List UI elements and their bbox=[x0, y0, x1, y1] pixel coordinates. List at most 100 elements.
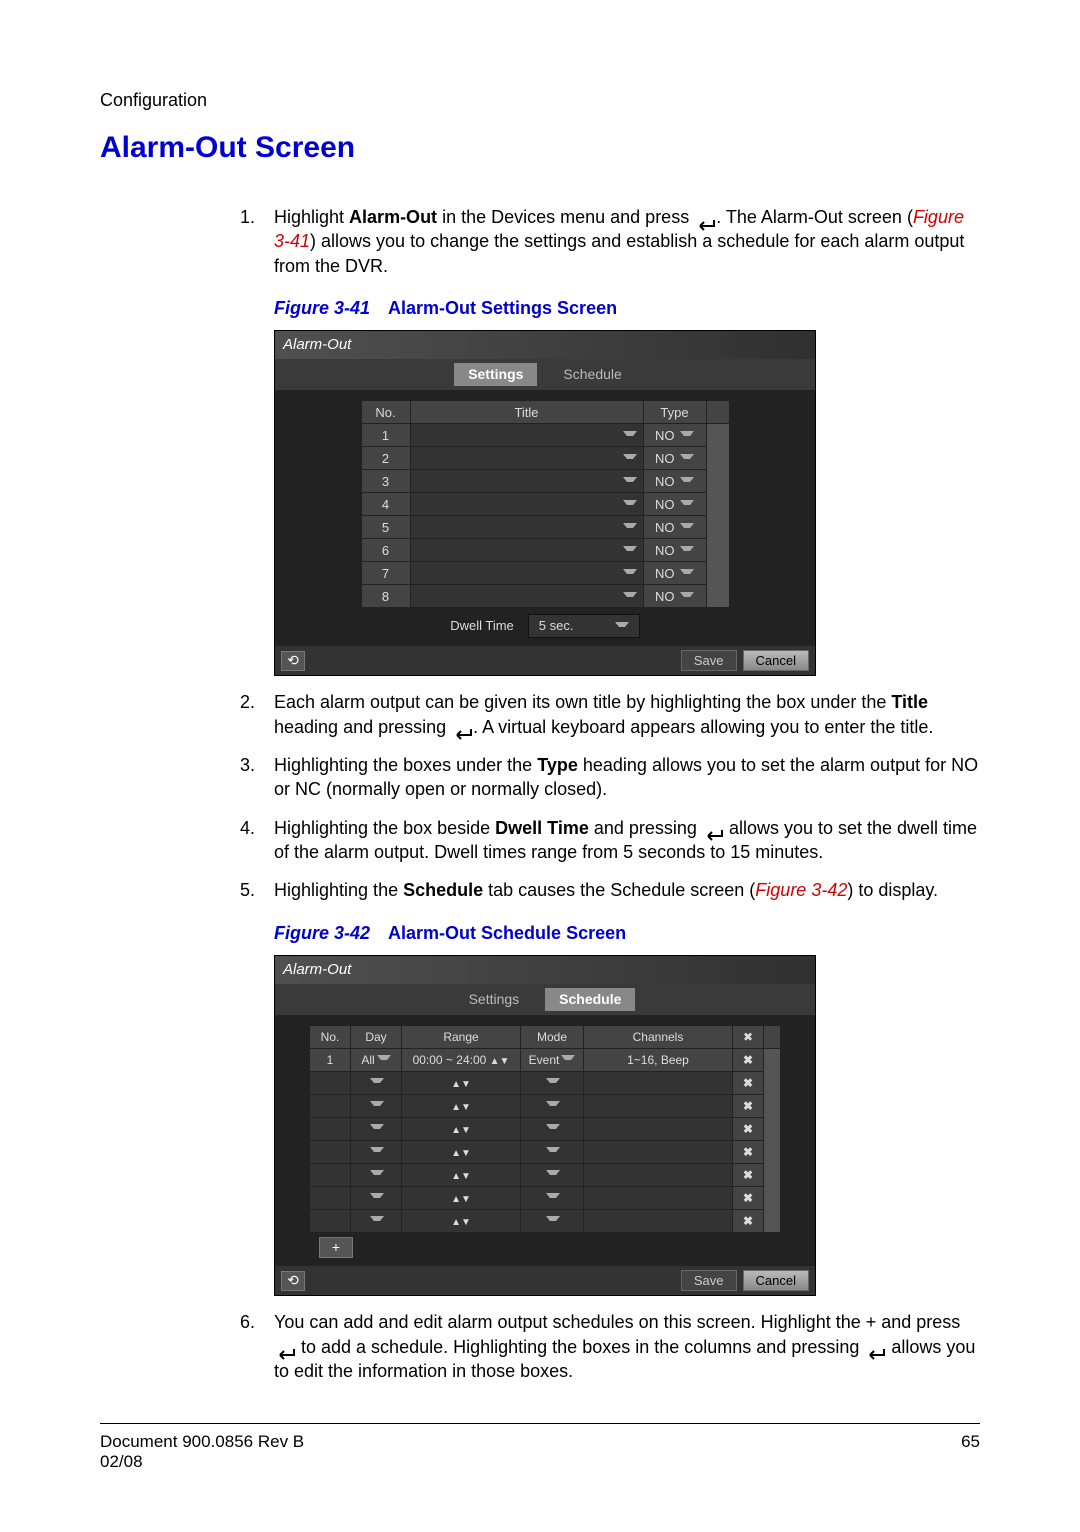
day-select[interactable] bbox=[351, 1210, 401, 1232]
type-select[interactable]: NO bbox=[644, 516, 706, 538]
text-bold: Schedule bbox=[403, 880, 483, 900]
text: and pressing bbox=[589, 818, 702, 838]
delete-row-button[interactable]: ✖ bbox=[733, 1049, 763, 1071]
save-button[interactable]: Save bbox=[681, 1270, 737, 1292]
mode-select[interactable] bbox=[521, 1164, 583, 1186]
mode-select[interactable] bbox=[521, 1141, 583, 1163]
day-select[interactable] bbox=[351, 1164, 401, 1186]
dvr-tabs: Settings Schedule bbox=[275, 359, 815, 390]
type-select[interactable]: NO bbox=[644, 470, 706, 492]
mode-select[interactable] bbox=[521, 1187, 583, 1209]
channels-select[interactable]: 1~16, Beep bbox=[584, 1049, 732, 1071]
mode-select[interactable] bbox=[521, 1095, 583, 1117]
mode-select[interactable] bbox=[521, 1072, 583, 1094]
mode-select[interactable] bbox=[521, 1118, 583, 1140]
col-type: Type bbox=[644, 401, 706, 423]
title-input[interactable] bbox=[411, 516, 643, 538]
save-button[interactable]: Save bbox=[681, 650, 737, 672]
text: You can add and edit alarm output schedu… bbox=[274, 1312, 866, 1332]
tab-schedule[interactable]: Schedule bbox=[545, 988, 635, 1011]
row-no bbox=[310, 1141, 350, 1163]
scroll-head bbox=[764, 1026, 780, 1048]
step-number: 2. bbox=[240, 690, 274, 739]
document-footer: Document 900.0856 Rev B 02/08 65 bbox=[100, 1432, 980, 1472]
step-2: 2. Each alarm output can be given its ow… bbox=[240, 690, 980, 739]
range-select[interactable]: 00:00 ~ 24:00 ▲▼ bbox=[402, 1049, 520, 1071]
title-input[interactable] bbox=[411, 493, 643, 515]
scrollbar[interactable] bbox=[764, 1049, 780, 1232]
range-select[interactable]: ▲▼ bbox=[402, 1210, 520, 1232]
text: Each alarm output can be given its own t… bbox=[274, 692, 891, 712]
figure-ref: Figure 3-42 bbox=[755, 880, 847, 900]
type-select[interactable]: NO bbox=[644, 562, 706, 584]
enter-icon bbox=[702, 822, 724, 836]
back-icon[interactable]: ⟲ bbox=[281, 1271, 305, 1291]
tab-schedule[interactable]: Schedule bbox=[549, 363, 635, 386]
step-5: 5. Highlighting the Schedule tab causes … bbox=[240, 878, 980, 902]
day-select[interactable] bbox=[351, 1141, 401, 1163]
mode-select[interactable] bbox=[521, 1210, 583, 1232]
title-input[interactable] bbox=[411, 585, 643, 607]
tab-settings[interactable]: Settings bbox=[454, 363, 537, 386]
col-range: Range bbox=[402, 1026, 520, 1048]
day-select[interactable] bbox=[351, 1072, 401, 1094]
title-input[interactable] bbox=[411, 539, 643, 561]
row-no: 4 bbox=[362, 493, 410, 515]
channels-select[interactable] bbox=[584, 1118, 732, 1140]
mode-select[interactable]: Event bbox=[521, 1049, 583, 1071]
delete-row-button[interactable]: ✖ bbox=[733, 1164, 763, 1186]
day-select[interactable] bbox=[351, 1095, 401, 1117]
dwell-value[interactable]: 5 sec. bbox=[528, 614, 640, 638]
text: ) allows you to change the settings and … bbox=[274, 231, 964, 275]
cancel-button[interactable]: Cancel bbox=[743, 650, 809, 672]
type-select[interactable]: NO bbox=[644, 493, 706, 515]
tab-settings[interactable]: Settings bbox=[455, 988, 534, 1011]
range-select[interactable]: ▲▼ bbox=[402, 1187, 520, 1209]
range-select[interactable]: ▲▼ bbox=[402, 1141, 520, 1163]
channels-select[interactable] bbox=[584, 1141, 732, 1163]
delete-row-button[interactable]: ✖ bbox=[733, 1118, 763, 1140]
schedule-table: No. Day Range Mode Channels ✖ 1 All 00:0… bbox=[309, 1025, 781, 1233]
text: heading and pressing bbox=[274, 717, 451, 737]
day-select[interactable] bbox=[351, 1187, 401, 1209]
channels-select[interactable] bbox=[584, 1187, 732, 1209]
row-no bbox=[310, 1072, 350, 1094]
channels-select[interactable] bbox=[584, 1072, 732, 1094]
day-select[interactable]: All bbox=[351, 1049, 401, 1071]
text: in the Devices menu and press bbox=[437, 207, 694, 227]
title-input[interactable] bbox=[411, 562, 643, 584]
type-select[interactable]: NO bbox=[644, 424, 706, 446]
delete-row-button[interactable]: ✖ bbox=[733, 1210, 763, 1232]
delete-row-button[interactable]: ✖ bbox=[733, 1095, 763, 1117]
delete-row-button[interactable]: ✖ bbox=[733, 1141, 763, 1163]
channels-select[interactable] bbox=[584, 1210, 732, 1232]
channels-select[interactable] bbox=[584, 1095, 732, 1117]
day-select[interactable] bbox=[351, 1118, 401, 1140]
title-input[interactable] bbox=[411, 424, 643, 446]
row-no: 2 bbox=[362, 447, 410, 469]
type-select[interactable]: NO bbox=[644, 539, 706, 561]
col-mode: Mode bbox=[521, 1026, 583, 1048]
title-input[interactable] bbox=[411, 470, 643, 492]
step-6: 6. You can add and edit alarm output sch… bbox=[240, 1310, 980, 1383]
type-select[interactable]: NO bbox=[644, 447, 706, 469]
delete-row-button[interactable]: ✖ bbox=[733, 1187, 763, 1209]
type-select[interactable]: NO bbox=[644, 585, 706, 607]
scrollbar[interactable] bbox=[707, 424, 729, 607]
range-select[interactable]: ▲▼ bbox=[402, 1072, 520, 1094]
range-select[interactable]: ▲▼ bbox=[402, 1095, 520, 1117]
delete-row-button[interactable]: ✖ bbox=[733, 1072, 763, 1094]
title-input[interactable] bbox=[411, 447, 643, 469]
back-icon[interactable]: ⟲ bbox=[281, 651, 305, 671]
add-schedule-button[interactable]: + bbox=[319, 1237, 353, 1258]
channels-select[interactable] bbox=[584, 1164, 732, 1186]
scroll-head bbox=[707, 401, 729, 423]
footer-rule bbox=[100, 1423, 980, 1424]
col-no: No. bbox=[310, 1026, 350, 1048]
range-select[interactable]: ▲▼ bbox=[402, 1164, 520, 1186]
dvr-window-title: Alarm-Out bbox=[275, 956, 815, 984]
cancel-button[interactable]: Cancel bbox=[743, 1270, 809, 1292]
doc-date: 02/08 bbox=[100, 1452, 304, 1472]
range-select[interactable]: ▲▼ bbox=[402, 1118, 520, 1140]
dvr-tabs: Settings Schedule bbox=[275, 984, 815, 1015]
